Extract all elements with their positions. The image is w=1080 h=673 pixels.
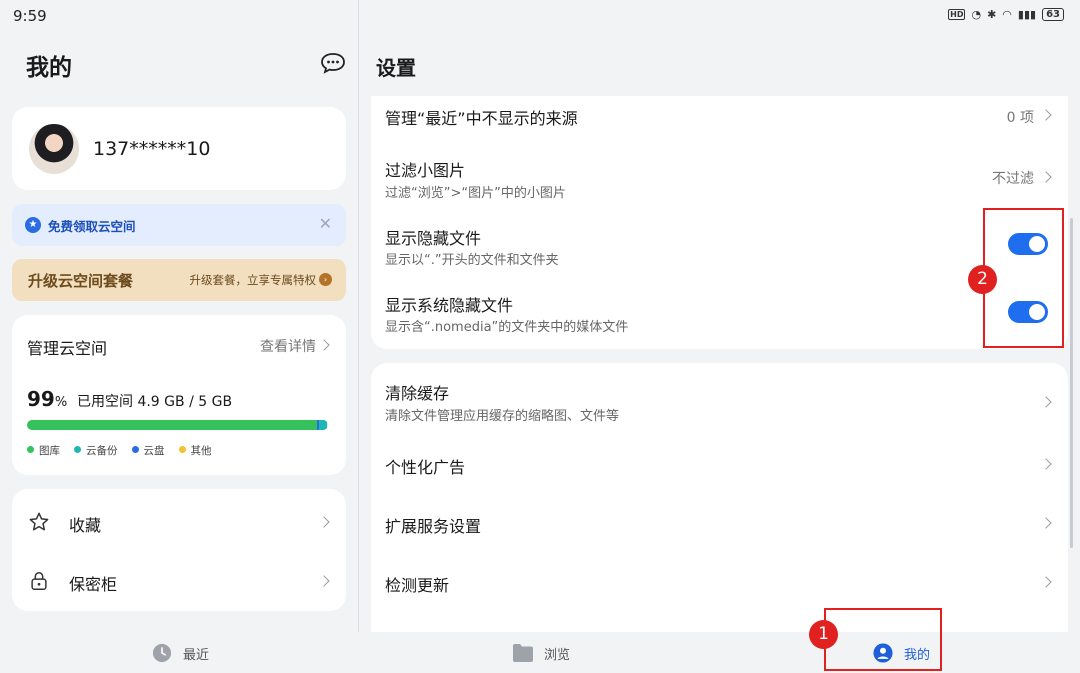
- clock-icon: [152, 643, 172, 663]
- setting-show-system-hidden-files: 显示系统隐藏文件 显示含“.nomedia”的文件夹中的媒体文件: [371, 284, 1068, 344]
- legend-item: 图库: [27, 443, 60, 458]
- setting-desc: 显示以“.”开头的文件和文件夹: [385, 253, 559, 268]
- setting-desc: 清除文件管理应用缓存的缩略图、文件等: [385, 409, 620, 424]
- signal-icon: ▮▮▮: [1017, 8, 1037, 21]
- upgrade-subtitle: 升级套餐，立享专属特权: [189, 273, 317, 287]
- settings-panel: HD ◔ ✱ ◠ ▮▮▮ 63 设置 管理“最近”中不显示的来源 0 项 过滤小…: [359, 0, 1080, 632]
- setting-title: 显示隐藏文件: [385, 229, 482, 248]
- upgrade-banner[interactable]: 升级云空间套餐 升级套餐，立享专属特权 ›: [12, 259, 346, 301]
- setting-title: 扩展服务设置: [385, 517, 482, 536]
- battery-icon: 63: [1042, 8, 1064, 21]
- storage-progress-bar: [27, 420, 328, 430]
- badge-star-icon: ★: [25, 217, 41, 233]
- legend-item: 云盘: [131, 443, 165, 458]
- setting-value: 不过滤: [992, 171, 1034, 187]
- tab-label: 浏览: [544, 647, 571, 663]
- annotation-box-tab: [824, 608, 942, 671]
- favorites-label: 收藏: [69, 516, 102, 535]
- view-details-link[interactable]: 查看详情: [260, 336, 316, 356]
- setting-check-updates[interactable]: 检测更新: [371, 561, 1068, 605]
- setting-desc: 显示含“.nomedia”的文件夹中的媒体文件: [385, 320, 629, 335]
- star-icon: [29, 512, 49, 531]
- profile-card[interactable]: 137******10: [12, 107, 346, 190]
- cloud-title: 管理云空间: [27, 339, 108, 358]
- safe-label: 保密柜: [69, 575, 118, 594]
- free-cloud-banner[interactable]: ★ 免费领取云空间 ✕: [12, 204, 346, 246]
- chevron-right-icon: [318, 339, 330, 351]
- free-cloud-text: 免费领取云空间: [48, 219, 136, 234]
- settings-title: 设置: [376, 56, 416, 80]
- storage-percent: 99%: [27, 387, 68, 411]
- settings-group-other: 清除缓存 清除文件管理应用缓存的缩略图、文件等 个性化广告 扩展服务设置 检测更…: [371, 363, 1068, 632]
- tab-recent[interactable]: 最近: [151, 643, 209, 663]
- bluetooth-icon: ✱: [987, 8, 997, 21]
- storage-seg-backup: [318, 420, 328, 430]
- chevron-right-icon: [1040, 458, 1052, 470]
- scrollbar[interactable]: [1070, 218, 1073, 548]
- list-item-safe[interactable]: 保密柜: [12, 550, 346, 610]
- setting-title: 检测更新: [385, 576, 450, 595]
- wifi-icon: ◠: [1002, 8, 1012, 21]
- cloud-storage-card[interactable]: 管理云空间 查看详情 99% 已用空间 4.9 GB / 5 GB 图库 云备份…: [12, 315, 346, 475]
- setting-desc: 过滤“浏览”>“图片”中的小图片: [385, 186, 566, 201]
- setting-title: 显示系统隐藏文件: [385, 296, 514, 315]
- setting-title: 管理“最近”中不显示的来源: [385, 109, 578, 128]
- hd-icon: HD: [948, 9, 966, 20]
- storage-used: 已用空间 4.9 GB / 5 GB: [77, 394, 233, 410]
- folder-icon: [513, 644, 533, 662]
- status-time: 9:59: [13, 7, 47, 25]
- setting-title: 清除缓存: [385, 384, 450, 403]
- speed-icon: ◔: [971, 8, 982, 21]
- quick-items-card: 收藏 保密柜: [12, 489, 346, 611]
- setting-title: 过滤小图片: [385, 161, 466, 180]
- storage-fill: [27, 420, 325, 430]
- chevron-right-icon: [1040, 396, 1052, 408]
- status-bar: HD ◔ ✱ ◠ ▮▮▮ 63: [948, 8, 1064, 21]
- lock-icon: [31, 572, 47, 590]
- annotation-badge: 2: [968, 265, 997, 294]
- page-title: 我的: [26, 55, 72, 81]
- chevron-right-icon: [318, 575, 330, 587]
- legend-item: 其他: [178, 443, 212, 458]
- my-panel: 9:59 我的 137******10 ★ 免费领取云空间 ✕ 升级云空间套餐 …: [0, 0, 358, 632]
- setting-show-hidden-files: 显示隐藏文件 显示以“.”开头的文件和文件夹: [371, 216, 1068, 276]
- storage-legend: 图库 云备份 云盘 其他: [27, 443, 212, 458]
- tab-browse[interactable]: 浏览: [512, 643, 570, 663]
- setting-filter-small-images[interactable]: 过滤小图片 过滤“浏览”>“图片”中的小图片 不过滤: [371, 148, 1068, 208]
- setting-hidden-sources[interactable]: 管理“最近”中不显示的来源 0 项: [371, 96, 1068, 136]
- upgrade-title: 升级云空间套餐: [28, 272, 134, 290]
- settings-group-display: 管理“最近”中不显示的来源 0 项 过滤小图片 过滤“浏览”>“图片”中的小图片…: [371, 96, 1068, 349]
- legend-dot: [27, 446, 34, 453]
- setting-value: 0 项: [1006, 110, 1034, 126]
- message-icon[interactable]: [320, 52, 346, 74]
- chevron-right-icon: [1040, 171, 1052, 183]
- setting-clear-cache[interactable]: 清除缓存 清除文件管理应用缓存的缩略图、文件等: [371, 371, 1068, 431]
- chevron-right-icon: [1040, 109, 1052, 121]
- list-item-favorites[interactable]: 收藏: [12, 491, 346, 551]
- account-phone: 137******10: [93, 138, 211, 160]
- legend-item: 云备份: [74, 443, 118, 458]
- chevron-right-icon: [1040, 576, 1052, 588]
- setting-personalized-ads[interactable]: 个性化广告: [371, 443, 1068, 487]
- avatar[interactable]: [29, 124, 79, 174]
- chevron-right-icon: [1040, 517, 1052, 529]
- chevron-right-icon: ›: [319, 273, 332, 286]
- legend-dot: [178, 446, 186, 453]
- chevron-right-icon: [318, 516, 330, 528]
- legend-dot: [74, 446, 81, 453]
- setting-extension-services[interactable]: 扩展服务设置: [371, 502, 1068, 546]
- close-icon[interactable]: ✕: [319, 214, 332, 233]
- tab-label: 最近: [183, 647, 210, 663]
- annotation-badge: 1: [809, 620, 838, 649]
- legend-dot: [131, 446, 139, 453]
- setting-title: 个性化广告: [385, 458, 466, 477]
